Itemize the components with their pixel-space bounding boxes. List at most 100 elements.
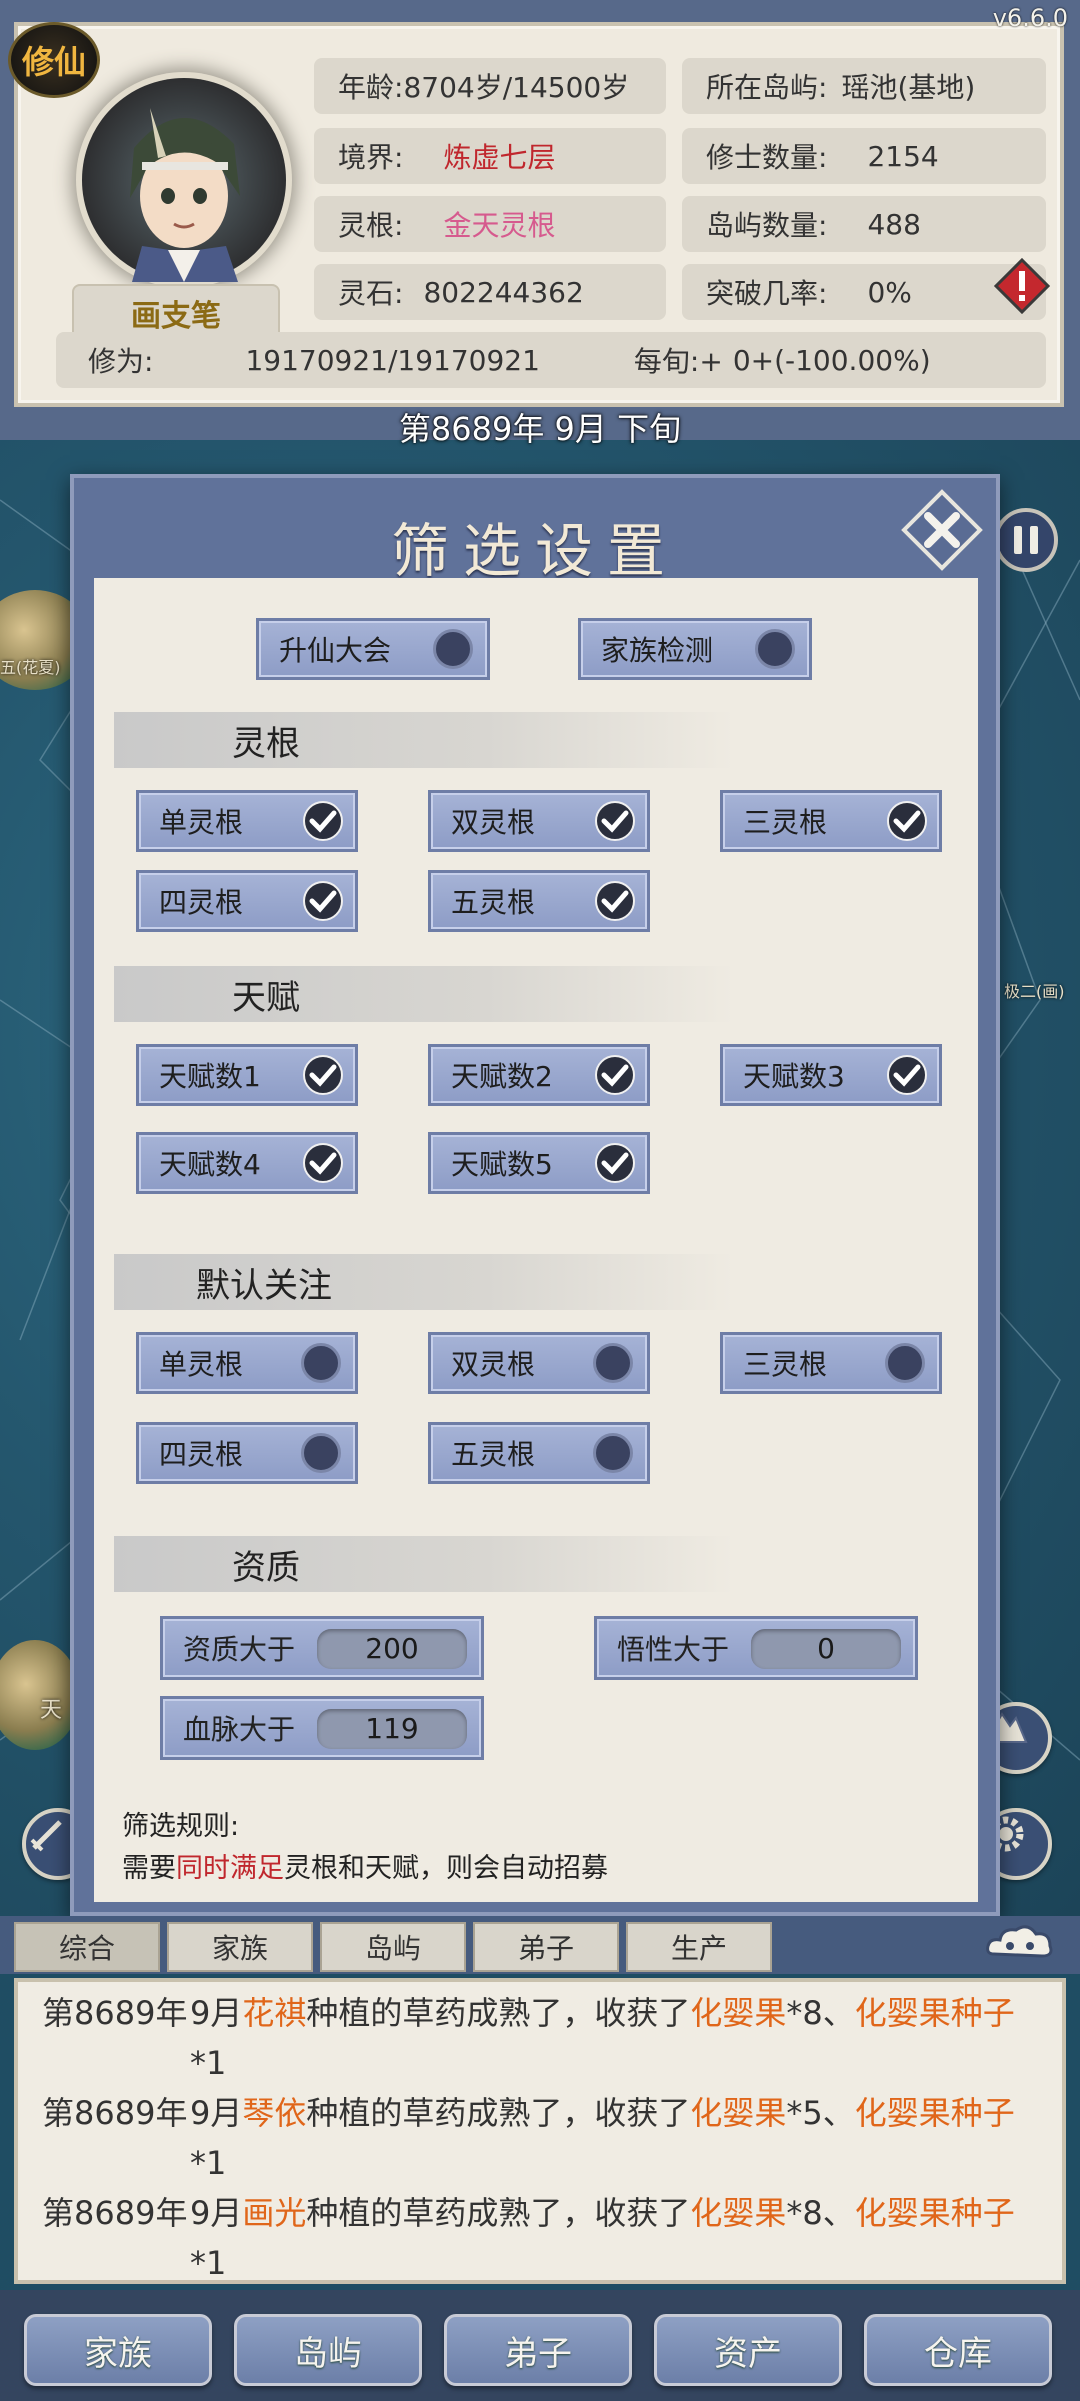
cultivation-value: 19170921/19170921 (245, 343, 540, 377)
talent-option-3[interactable]: 天赋数3 (720, 1044, 942, 1106)
close-button[interactable] (900, 488, 984, 572)
realm-label: 境界: (338, 141, 404, 174)
log-item1: 化婴果 (690, 2094, 787, 2132)
checkmark-icon (595, 1143, 635, 1183)
cultivation-pill: 修为: 19170921/19170921 每旬:+ 0+(-100.00%) (56, 332, 1046, 388)
nav-button-1[interactable]: 岛屿 (234, 2314, 422, 2386)
toggle-family-check[interactable]: 家族检测 (578, 618, 812, 680)
follow-option-4[interactable]: 四灵根 (136, 1422, 358, 1484)
radio-off-icon (301, 1433, 341, 1473)
log-count1: *8、 (786, 2194, 855, 2232)
checkmark-icon (595, 801, 635, 841)
radio-off-icon (593, 1343, 633, 1383)
log-entry: 第8689年9月花褀种植的草药成熟了，收获了化婴果*8、化婴果种子 *1 (42, 1988, 1050, 2088)
checkmark-icon (887, 1055, 927, 1095)
breakthrough-value: 0% (867, 275, 912, 309)
realm-pill: 境界: 炼虚七层 (314, 128, 666, 184)
radio-off-icon (301, 1343, 341, 1383)
log-item1: 化婴果 (690, 1994, 787, 2032)
root-option-3[interactable]: 三灵根 (720, 790, 942, 852)
log-tab-2[interactable]: 岛屿 (320, 1922, 466, 1972)
log-count1: *5、 (786, 2094, 855, 2132)
island-bottom-label: 天 (40, 1698, 63, 1723)
nav-button-3[interactable]: 资产 (654, 2314, 842, 2386)
aptitude-min-value[interactable]: 200 (317, 1629, 467, 1669)
talent-option-2[interactable]: 天赋数2 (428, 1044, 650, 1106)
age-label: 年龄: (338, 71, 404, 104)
log-entry: 第8689年9月画光种植的草药成熟了，收获了化婴果*8、化婴果种子 *1 (42, 2188, 1050, 2282)
islands-count-label: 岛屿数量: (706, 209, 828, 242)
player-avatar[interactable] (82, 78, 286, 282)
island-right-label: 极二(画) (1004, 982, 1065, 1001)
event-log[interactable]: 第8689年9月花褀种植的草药成熟了，收获了化婴果*8、化婴果种子*1 第8689… (14, 1978, 1066, 2284)
section-default-follow: 默认关注 (114, 1254, 734, 1310)
log-item2: 化婴果种子 (854, 2194, 1015, 2232)
radio-off-icon (593, 1433, 633, 1473)
log-item2: 化婴果种子 (854, 2094, 1015, 2132)
alert-icon[interactable] (994, 258, 1050, 314)
talent-option-1[interactable]: 天赋数1 (136, 1044, 358, 1106)
nav-button-2[interactable]: 弟子 (444, 2314, 632, 2386)
log-tab-3[interactable]: 弟子 (473, 1922, 619, 1972)
cultivators-label: 修士数量: (706, 141, 828, 174)
root-option-2[interactable]: 双灵根 (428, 790, 650, 852)
log-item1: 化婴果 (690, 2194, 787, 2232)
version-label: v6.6.0 (992, 4, 1068, 32)
age-value: 8704岁/14500岁 (403, 71, 630, 104)
log-year: 第8689年 (42, 1994, 188, 2032)
nav-button-4[interactable]: 仓库 (864, 2314, 1052, 2386)
island-left-label: 五(花夏) (0, 658, 61, 677)
log-person: 琴依 (242, 2094, 307, 2132)
per-period-value: 0+(-100.00%) (732, 343, 931, 377)
island-label: 所在岛屿: (706, 71, 828, 104)
spirit-stone-pill: 灵石: 802244362 (314, 264, 666, 320)
radio-off-icon (885, 1343, 925, 1383)
radio-off-icon (433, 629, 473, 669)
checkmark-icon (303, 1055, 343, 1095)
cloud-icon[interactable] (984, 1918, 1056, 1966)
bloodline-min-value[interactable]: 119 (317, 1709, 467, 1749)
checkmark-icon (303, 881, 343, 921)
comprehension-min-field[interactable]: 悟性大于 0 (594, 1616, 918, 1680)
checkmark-icon (303, 801, 343, 841)
toggle-ascension-meeting[interactable]: 升仙大会 (256, 618, 490, 680)
log-tab-1[interactable]: 家族 (167, 1922, 313, 1972)
spirit-stone-value: 802244362 (423, 275, 584, 309)
log-tabs: 综合 家族 岛屿 弟子 生产 (0, 1916, 1080, 1974)
checkmark-icon (303, 1143, 343, 1183)
dialog-title: 筛选设置 (390, 517, 679, 585)
log-tab-0[interactable]: 综合 (14, 1922, 160, 1972)
pause-button[interactable] (994, 508, 1058, 572)
nav-button-0[interactable]: 家族 (24, 2314, 212, 2386)
checkmark-icon (887, 801, 927, 841)
follow-option-3[interactable]: 三灵根 (720, 1332, 942, 1394)
follow-option-1[interactable]: 单灵根 (136, 1332, 358, 1394)
status-card: 画支笔 年龄: 8704岁/14500岁 境界: 炼虚七层 灵根: 金天灵根 灵… (14, 22, 1064, 407)
log-month: 9月 (190, 2094, 243, 2132)
talent-option-4[interactable]: 天赋数4 (136, 1132, 358, 1194)
log-count1: *8、 (786, 1994, 855, 2032)
aptitude-min-field[interactable]: 资质大于 200 (160, 1616, 484, 1680)
log-text1: 种植的草药成熟了，收获了 (306, 2194, 691, 2232)
talent-option-5[interactable]: 天赋数5 (428, 1132, 650, 1194)
root-option-1[interactable]: 单灵根 (136, 790, 358, 852)
section-spirit-root: 灵根 (114, 712, 734, 768)
log-person: 画光 (242, 2194, 307, 2232)
follow-option-5[interactable]: 五灵根 (428, 1422, 650, 1484)
log-count2: *1 (190, 2244, 227, 2282)
comprehension-min-value[interactable]: 0 (751, 1629, 901, 1669)
root-option-5[interactable]: 五灵根 (428, 870, 650, 932)
radio-off-icon (755, 629, 795, 669)
follow-option-2[interactable]: 双灵根 (428, 1332, 650, 1394)
log-entry: 第8689年9月琴依种植的草药成熟了，收获了化婴果*5、化婴果种子 *1 (42, 2088, 1050, 2188)
root-option-4[interactable]: 四灵根 (136, 870, 358, 932)
section-talent: 天赋 (114, 966, 734, 1022)
checkmark-icon (595, 881, 635, 921)
log-year: 第8689年 (42, 2194, 188, 2232)
island-value: 瑶池(基地) (841, 71, 976, 104)
bloodline-min-field[interactable]: 血脉大于 119 (160, 1696, 484, 1760)
log-tab-4[interactable]: 生产 (626, 1922, 772, 1972)
root-label: 灵根: (338, 209, 404, 242)
rule-highlight: 同时满足 (176, 1853, 284, 1884)
root-pill: 灵根: 金天灵根 (314, 196, 666, 252)
